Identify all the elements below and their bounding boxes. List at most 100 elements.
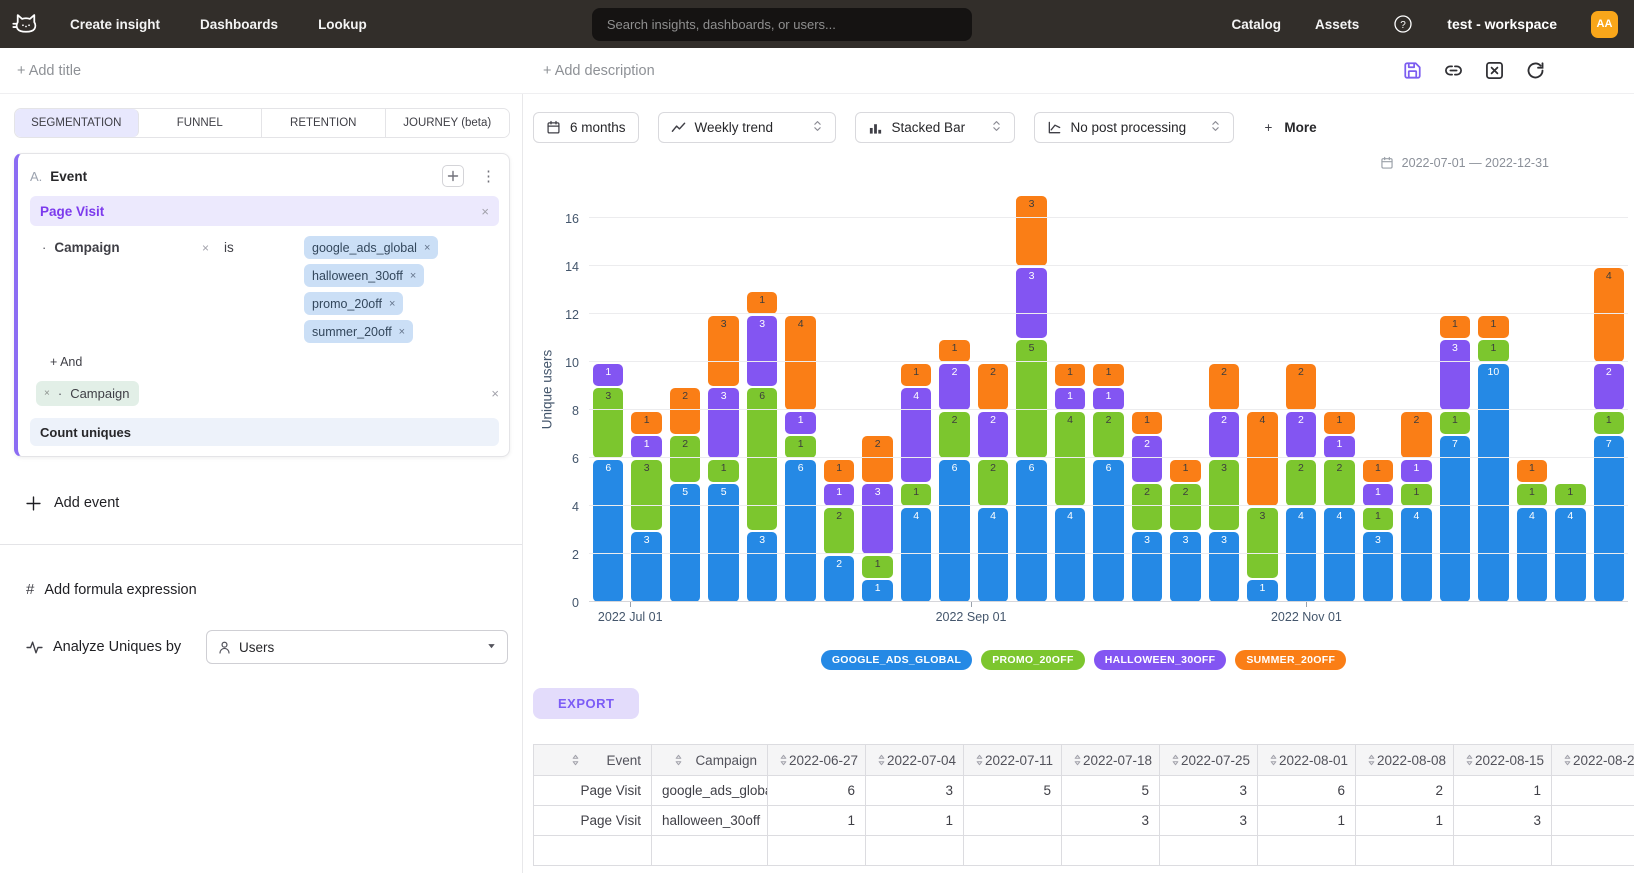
event-menu-icon[interactable]: ⋮ <box>478 167 499 185</box>
date-range-button[interactable]: 6 months <box>533 112 639 143</box>
bar-segment-promo_20off[interactable]: 2 <box>1132 484 1162 530</box>
bar-segment-promo_20off[interactable]: 1 <box>1517 484 1547 506</box>
bar-segment-summer_20off[interactable]: 2 <box>1286 364 1316 410</box>
bar-segment-halloween_30off[interactable]: 2 <box>978 412 1008 458</box>
bar-2022-11-14[interactable]: 3111 <box>1363 460 1393 602</box>
nav-create-insight[interactable]: Create insight <box>70 17 160 32</box>
add-event-button[interactable]: Add event <box>26 495 510 511</box>
column-header-2022-06-27[interactable]: 2022-06-27 <box>768 745 866 776</box>
bar-2022-10-31[interactable]: 4222 <box>1286 364 1316 602</box>
sort-icon[interactable] <box>1562 754 1573 766</box>
filter-operator[interactable]: is <box>224 236 304 343</box>
export-button[interactable]: EXPORT <box>533 688 639 719</box>
bar-segment-halloween_30off[interactable]: 3 <box>747 316 777 386</box>
trend-select[interactable]: Weekly trend <box>658 112 836 143</box>
tab-retention[interactable]: RETENTION <box>262 109 386 137</box>
bar-segment-promo_20off[interactable]: 3 <box>631 460 661 530</box>
bar-segment-google_ads_global[interactable]: 3 <box>1170 532 1200 602</box>
bar-segment-summer_20off[interactable]: 2 <box>862 436 892 482</box>
legend-google_ads_global[interactable]: GOOGLE_ADS_GLOBAL <box>821 650 972 670</box>
remove-breakdown-icon[interactable]: × <box>44 388 50 399</box>
bar-segment-halloween_30off[interactable]: 1 <box>631 436 661 458</box>
sort-icon[interactable] <box>1268 754 1279 766</box>
column-header-2022-08-08[interactable]: 2022-08-08 <box>1356 745 1454 776</box>
bar-2022-09-19[interactable]: 4411 <box>1055 364 1085 602</box>
bar-segment-halloween_30off[interactable]: 1 <box>824 484 854 506</box>
bar-segment-promo_20off[interactable]: 2 <box>1324 460 1354 506</box>
bar-2022-12-05[interactable]: 1011 <box>1478 316 1508 602</box>
bar-segment-google_ads_global[interactable]: 3 <box>1132 532 1162 602</box>
bar-segment-summer_20off[interactable]: 1 <box>1170 460 1200 482</box>
bar-2022-10-17[interactable]: 3322 <box>1209 364 1239 602</box>
bar-segment-summer_20off[interactable]: 1 <box>1132 412 1162 434</box>
analyze-by-select[interactable]: Users <box>206 630 508 664</box>
bar-segment-halloween_30off[interactable]: 4 <box>901 388 931 482</box>
bar-segment-google_ads_global[interactable]: 3 <box>631 532 661 602</box>
add-description-field[interactable]: + Add description <box>543 63 655 79</box>
bar-2022-08-22[interactable]: 4141 <box>901 364 931 602</box>
add-formula-button[interactable]: # Add formula expression <box>26 581 510 598</box>
bar-segment-halloween_30off[interactable]: 1 <box>593 364 623 386</box>
bar-2022-10-03[interactable]: 3221 <box>1132 412 1162 602</box>
remove-value-icon[interactable]: × <box>410 270 416 282</box>
sort-icon[interactable] <box>1464 754 1475 766</box>
bar-segment-halloween_30off[interactable]: 3 <box>1440 340 1470 410</box>
bar-2022-12-12[interactable]: 411 <box>1517 460 1547 602</box>
bar-2022-08-01[interactable]: 6114 <box>785 316 815 602</box>
sort-icon[interactable] <box>1072 754 1083 766</box>
nav-catalog[interactable]: Catalog <box>1231 17 1281 32</box>
sort-icon[interactable] <box>673 754 684 766</box>
tab-funnel[interactable]: FUNNEL <box>139 109 263 137</box>
bar-segment-promo_20off[interactable]: 3 <box>1247 508 1277 578</box>
bar-segment-promo_20off[interactable]: 1 <box>1555 484 1585 506</box>
bar-segment-summer_20off[interactable]: 1 <box>1324 412 1354 434</box>
sort-icon[interactable] <box>974 754 985 766</box>
bar-segment-halloween_30off[interactable]: 2 <box>939 364 969 410</box>
add-filter-icon[interactable] <box>442 165 464 187</box>
column-header-2022-07-04[interactable]: 2022-07-04 <box>866 745 964 776</box>
bar-segment-google_ads_global[interactable]: 6 <box>1093 460 1123 602</box>
bar-segment-halloween_30off[interactable]: 3 <box>862 484 892 554</box>
more-button[interactable]: + More <box>1265 120 1317 135</box>
bar-segment-google_ads_global[interactable]: 4 <box>901 508 931 602</box>
bar-segment-promo_20off[interactable]: 4 <box>1055 412 1085 506</box>
remove-value-icon[interactable]: × <box>424 242 430 254</box>
bar-segment-halloween_30off[interactable]: 1 <box>1324 436 1354 458</box>
column-header-2022-08-01[interactable]: 2022-08-01 <box>1258 745 1356 776</box>
post-processing-select[interactable]: No post processing <box>1034 112 1234 143</box>
bar-segment-google_ads_global[interactable]: 4 <box>978 508 1008 602</box>
bar-segment-halloween_30off[interactable]: 1 <box>1363 484 1393 506</box>
bar-segment-promo_20off[interactable]: 1 <box>1594 412 1624 434</box>
bar-2022-09-05[interactable]: 4222 <box>978 364 1008 602</box>
bar-segment-summer_20off[interactable]: 4 <box>785 316 815 410</box>
remove-value-icon[interactable]: × <box>399 326 405 338</box>
event-selector[interactable]: Page Visit × <box>30 196 499 226</box>
bar-2022-11-07[interactable]: 4211 <box>1324 412 1354 602</box>
column-header-Event[interactable]: Event <box>534 745 652 776</box>
bar-segment-summer_20off[interactable]: 2 <box>978 364 1008 410</box>
bar-segment-summer_20off[interactable]: 2 <box>1401 412 1431 458</box>
bar-2022-09-12[interactable]: 6533 <box>1016 196 1046 602</box>
bar-segment-google_ads_global[interactable]: 1 <box>1247 580 1277 602</box>
bar-segment-google_ads_global[interactable]: 2 <box>824 556 854 602</box>
search-input[interactable] <box>607 17 957 32</box>
bar-segment-google_ads_global[interactable]: 3 <box>1209 532 1239 602</box>
bar-2022-07-04[interactable]: 3311 <box>631 412 661 602</box>
bar-segment-google_ads_global[interactable]: 4 <box>1055 508 1085 602</box>
column-header-2022-07-18[interactable]: 2022-07-18 <box>1062 745 1160 776</box>
bar-segment-halloween_30off[interactable]: 1 <box>1055 388 1085 410</box>
bar-segment-google_ads_global[interactable]: 1 <box>862 580 892 602</box>
remove-filter-icon[interactable]: × <box>202 236 224 343</box>
bar-segment-promo_20off[interactable]: 1 <box>708 460 738 482</box>
bar-segment-summer_20off[interactable]: 1 <box>1440 316 1470 338</box>
user-avatar[interactable]: AA <box>1591 11 1618 38</box>
bar-segment-halloween_30off[interactable]: 2 <box>1132 436 1162 482</box>
bar-segment-google_ads_global[interactable]: 10 <box>1478 364 1508 602</box>
bar-2022-11-21[interactable]: 4112 <box>1401 412 1431 602</box>
bar-segment-google_ads_global[interactable]: 6 <box>785 460 815 602</box>
bar-segment-google_ads_global[interactable]: 6 <box>593 460 623 602</box>
column-header-2022-08-15[interactable]: 2022-08-15 <box>1454 745 1552 776</box>
bar-segment-promo_20off[interactable]: 1 <box>862 556 892 578</box>
legend-summer_20off[interactable]: SUMMER_20OFF <box>1235 650 1346 670</box>
bar-segment-google_ads_global[interactable]: 3 <box>1363 532 1393 602</box>
